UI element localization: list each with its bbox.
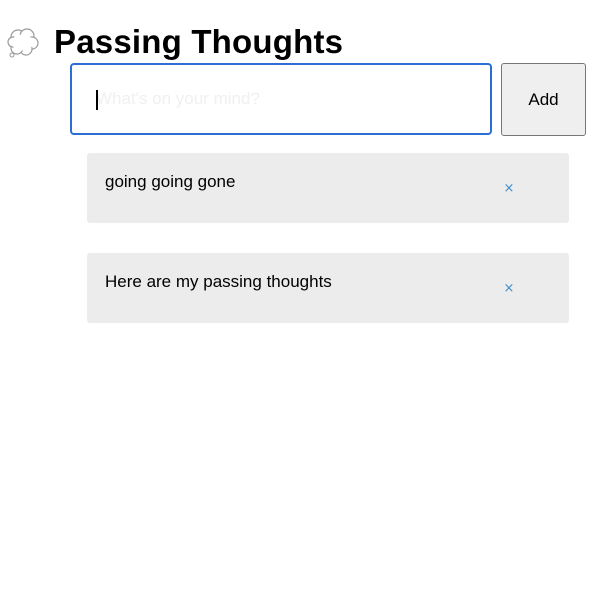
- remove-button[interactable]: ×: [501, 281, 517, 297]
- add-button[interactable]: Add: [501, 63, 586, 136]
- thought-item: going going gone ×: [87, 153, 569, 223]
- thought-text: Here are my passing thoughts: [105, 272, 332, 291]
- header: Passing Thoughts: [6, 20, 343, 64]
- thought-bubble-icon: [6, 25, 40, 59]
- app: Passing Thoughts Add going going gone × …: [0, 0, 600, 600]
- thought-list: going going gone × Here are my passing t…: [87, 153, 569, 353]
- thought-item: Here are my passing thoughts ×: [87, 253, 569, 323]
- page-title: Passing Thoughts: [54, 23, 344, 60]
- remove-button[interactable]: ×: [501, 181, 517, 197]
- thought-text: going going gone: [105, 172, 236, 191]
- text-cursor: [96, 90, 98, 110]
- thought-input[interactable]: [70, 63, 492, 135]
- thought-form: Add: [70, 63, 586, 136]
